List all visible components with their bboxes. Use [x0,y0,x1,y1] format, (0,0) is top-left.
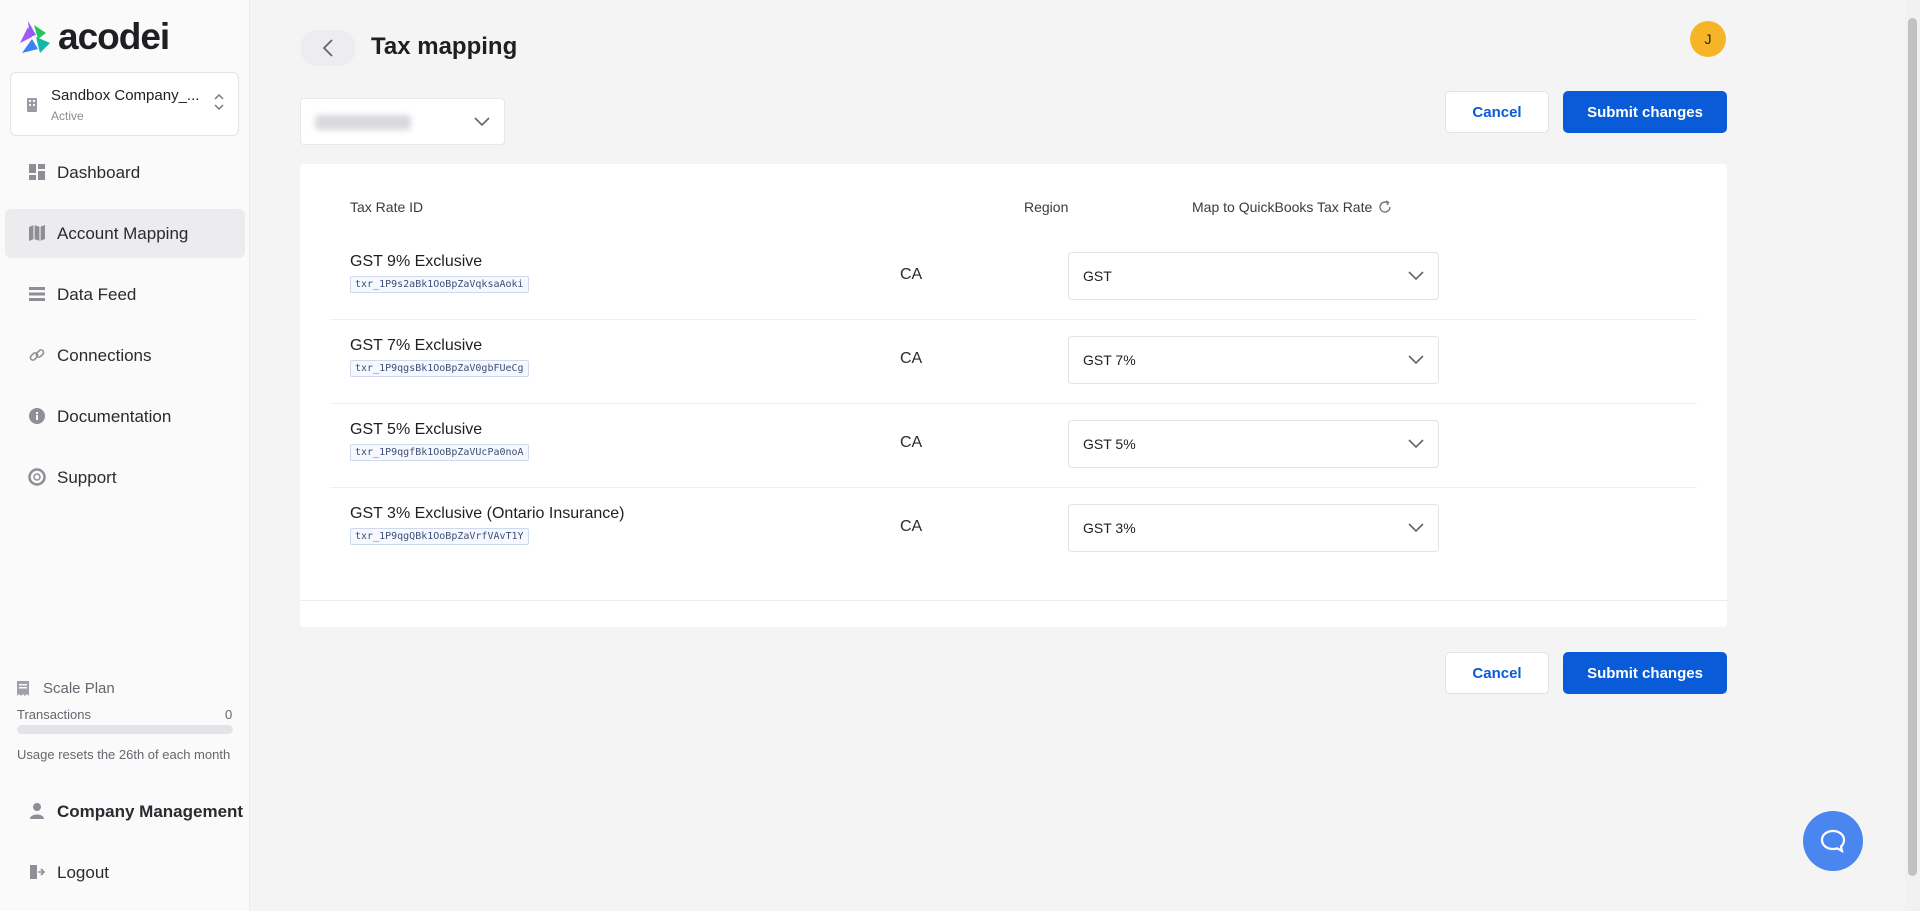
nav-label: Support [57,467,117,487]
selected-tax-rate: GST 7% [1083,352,1136,368]
usage-note: Usage resets the 26th of each month [17,747,231,762]
nav-label: Dashboard [57,162,141,182]
selected-tax-rate: GST 5% [1083,436,1136,452]
chevron-down-icon [474,117,490,127]
user-icon [28,802,46,820]
tax-rate-name: GST 9% Exclusive [350,253,483,270]
quickbooks-tax-rate-select[interactable]: GST 7% [1068,336,1439,384]
tax-rate-name: GST 3% Exclusive (Ontario Insurance) [350,505,625,522]
nav-company-management[interactable]: Company Management [5,787,245,836]
organization-select[interactable] [300,98,505,145]
chevron-down-icon [1408,355,1424,365]
list-icon [28,285,46,303]
nav-support[interactable]: Support [5,453,245,502]
header-region: Region [1024,199,1069,215]
back-button[interactable] [300,30,356,66]
transactions-label: Transactions [17,707,91,722]
header-tax-rate-id: Tax Rate ID [350,199,424,215]
plan-name: Scale Plan [43,680,115,697]
acodei-logo-icon [20,21,50,53]
region: CA [900,266,923,283]
nav-connections[interactable]: Connections [5,331,245,380]
cancel-button-top[interactable]: Cancel [1445,91,1549,133]
nav-data-feed[interactable]: Data Feed [5,270,245,319]
brand-name: acodei [58,16,170,57]
nav-label: Documentation [57,406,172,426]
tax-rate-name: GST 7% Exclusive [350,337,483,354]
logout-icon [28,863,46,881]
submit-changes-button-bottom[interactable]: Submit changes [1563,652,1727,694]
selected-tax-rate: GST [1083,268,1112,284]
page-title: Tax mapping [371,33,518,60]
header-map-to: Map to QuickBooks Tax Rate [1192,199,1392,215]
nav-label: Account Mapping [57,223,189,243]
tax-mapping-card: Tax Rate ID Region Map to QuickBooks Tax… [300,164,1727,627]
blurred-selection [315,115,411,130]
tax-rate-name: GST 5% Exclusive [350,421,483,438]
table-row: GST 7% Exclusive txr_1P9qgsBk1OoBpZaV0gb… [330,320,1697,404]
refresh-icon[interactable] [1378,200,1392,214]
tax-rate-id: txr_1P9qgQBk1OoBpZaVrfVAvT1Y [350,528,529,545]
nav-label: Data Feed [57,284,137,304]
company-status: Active [51,109,84,123]
chevron-left-icon [323,39,333,57]
region: CA [900,350,923,367]
chevron-updown-icon [214,93,224,111]
plan-info: Scale Plan [17,680,115,697]
lifebuoy-icon [28,468,46,486]
link-icon [28,346,46,364]
company-switcher[interactable]: Sandbox Company_... Active [10,72,239,136]
tax-rate-id: txr_1P9qgfBk1OoBpZaVUcPa0noA [350,444,529,461]
usage-progress-bar [17,725,233,734]
table-row: GST 3% Exclusive (Ontario Insurance) txr… [330,488,1697,572]
quickbooks-tax-rate-select[interactable]: GST [1068,252,1439,300]
card-divider [300,600,1727,601]
transactions-count: 0 [225,707,233,722]
tax-rate-id: txr_1P9s2aBk1OoBpZaVqksaAoki [350,276,529,293]
nav-documentation[interactable]: Documentation [5,392,245,441]
table-row: GST 9% Exclusive txr_1P9s2aBk1OoBpZaVqks… [330,236,1697,320]
table-row: GST 5% Exclusive txr_1P9qgfBk1OoBpZaVUcP… [330,404,1697,488]
receipt-icon [17,681,29,696]
building-icon [27,98,37,112]
chevron-down-icon [1408,439,1424,449]
nav-account-mapping[interactable]: Account Mapping [5,209,245,258]
sidebar: acodei Sandbox Company_... Active Dashbo… [0,0,250,911]
chevron-down-icon [1408,523,1424,533]
map-icon [28,224,46,242]
nav-dashboard[interactable]: Dashboard [5,148,245,197]
header-map-to-label: Map to QuickBooks Tax Rate [1192,199,1373,215]
quickbooks-tax-rate-select[interactable]: GST 3% [1068,504,1439,552]
company-name: Sandbox Company_... [51,87,200,104]
scrollbar-thumb[interactable] [1908,18,1917,876]
chevron-down-icon [1408,271,1424,281]
avatar[interactable]: J [1690,21,1726,57]
nav-logout[interactable]: Logout [5,848,245,897]
chat-bubble-icon [1820,829,1846,853]
info-icon [28,407,46,425]
cancel-button-bottom[interactable]: Cancel [1445,652,1549,694]
scrollbar[interactable] [1905,0,1920,911]
selected-tax-rate: GST 3% [1083,520,1136,536]
dashboard-icon [28,163,46,181]
acodei-logo[interactable]: acodei [18,16,170,58]
nav-label: Company Management [57,801,244,821]
tax-rate-id: txr_1P9qgsBk1OoBpZaV0gbFUeCg [350,360,529,377]
submit-changes-button-top[interactable]: Submit changes [1563,91,1727,133]
region: CA [900,518,923,535]
chat-help-button[interactable] [1803,811,1863,871]
region: CA [900,434,923,451]
nav-label: Connections [57,345,152,365]
nav-label: Logout [57,862,109,882]
quickbooks-tax-rate-select[interactable]: GST 5% [1068,420,1439,468]
